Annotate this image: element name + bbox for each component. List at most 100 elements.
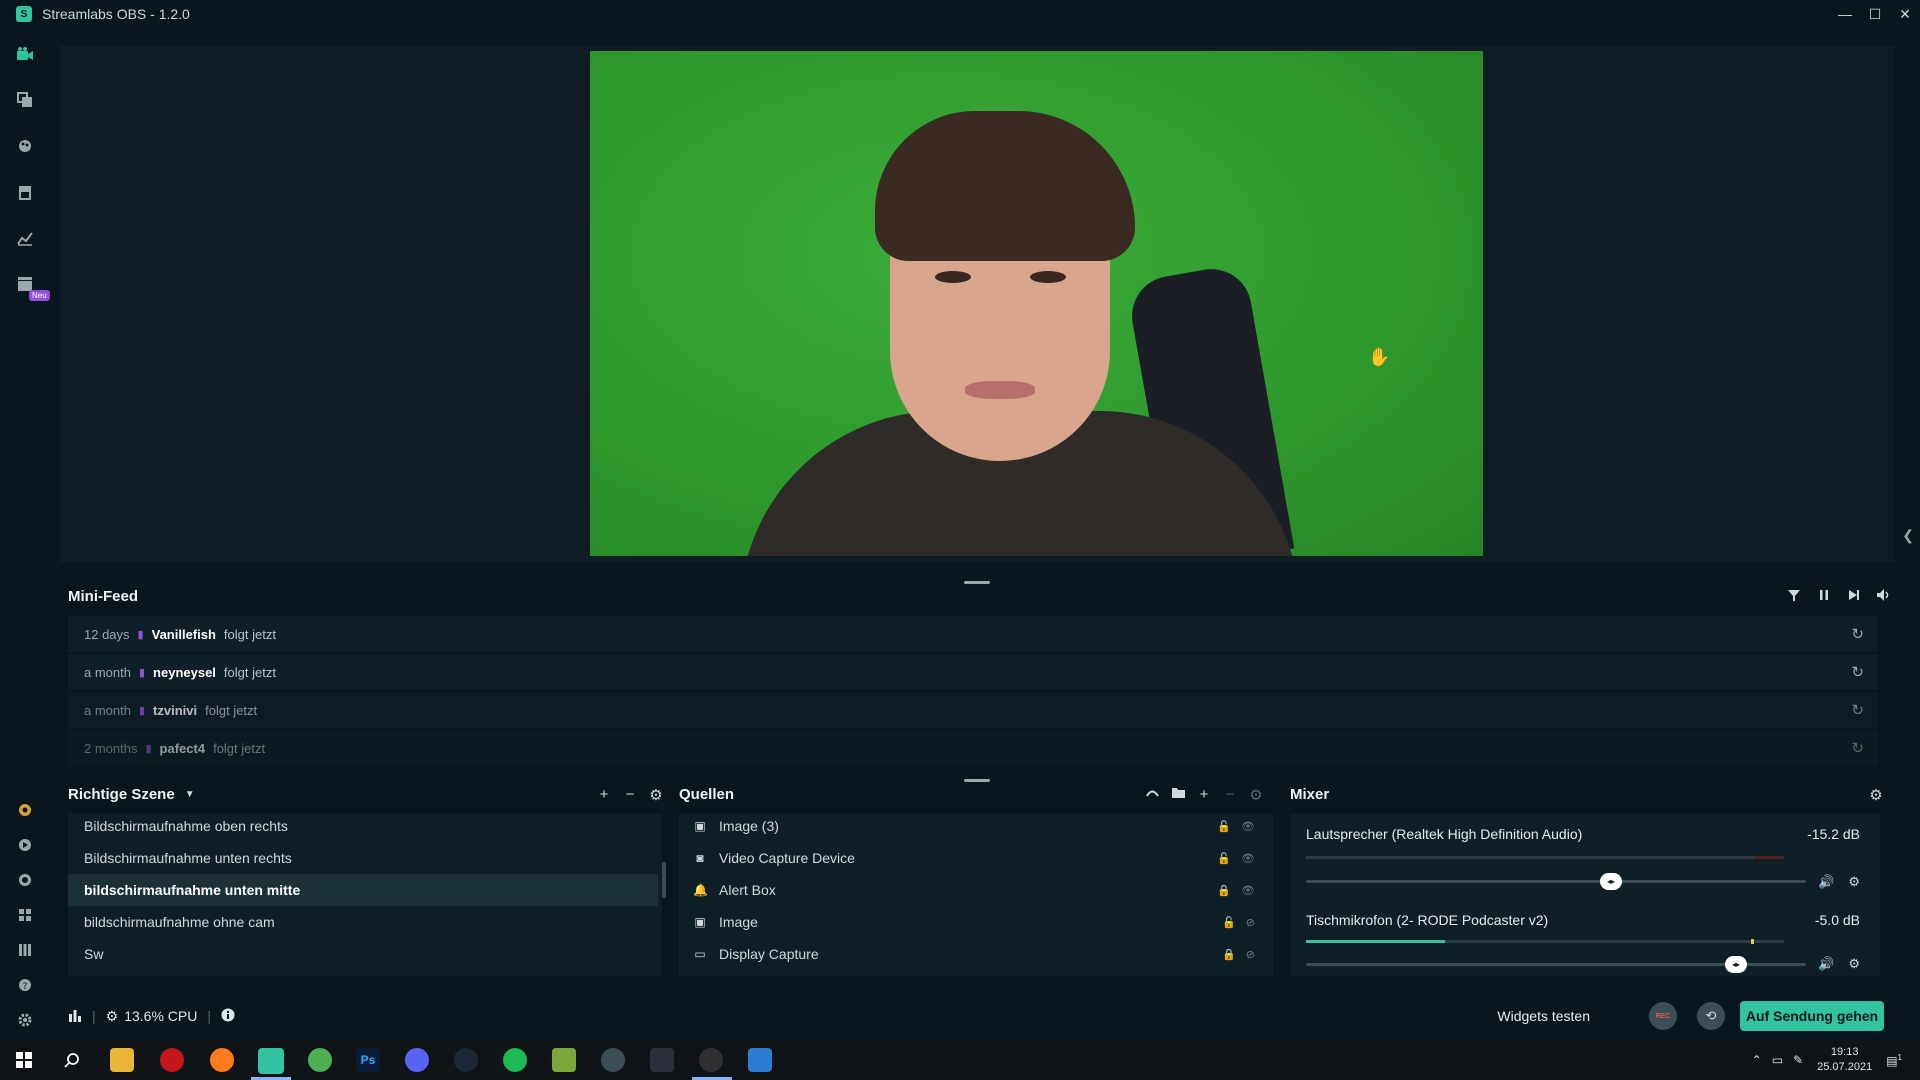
eye-hidden-icon[interactable]: ⊘ [1246, 948, 1255, 961]
eye-hidden-icon[interactable]: ⊘ [1246, 916, 1255, 929]
settings-icon[interactable] [15, 1010, 35, 1030]
performance-chart-icon[interactable] [68, 1008, 82, 1025]
svg-text:?: ? [23, 982, 28, 992]
source-item[interactable]: ◙ Video Capture Device 🔓 👁 [679, 842, 1269, 874]
skip-icon[interactable] [1846, 588, 1862, 605]
chrome-icon[interactable] [308, 1048, 332, 1072]
spotify-icon[interactable] [503, 1048, 527, 1072]
filter-icon[interactable] [1786, 588, 1802, 605]
source-item[interactable]: ▭ Display Capture 🔒 ⊘ [679, 938, 1269, 970]
obs-icon[interactable] [699, 1048, 723, 1072]
go-live-button[interactable]: Auf Sendung gehen [1740, 1001, 1884, 1031]
channel-settings-icon[interactable]: ⚙ [1848, 874, 1860, 890]
help-icon[interactable]: ? [15, 975, 35, 995]
alert-icon[interactable] [15, 800, 35, 820]
eye-icon[interactable]: 👁 [1241, 820, 1255, 833]
image-icon: ▣ [694, 819, 706, 833]
volume-icon[interactable] [1876, 588, 1892, 605]
resize-handle-top[interactable] [964, 581, 990, 584]
speaker-icon[interactable]: 🔊 [1818, 874, 1834, 890]
collapse-panel-icon[interactable]: ❮ [1902, 527, 1914, 544]
layers-app-icon[interactable] [552, 1048, 576, 1072]
volume-slider[interactable]: ◂▸ [1306, 873, 1806, 890]
audio-filters-icon[interactable] [1144, 786, 1160, 804]
maximize-button[interactable]: ☐ [1860, 0, 1890, 28]
pen-icon[interactable]: ✎ [1793, 1053, 1803, 1067]
pause-icon[interactable] [1816, 588, 1832, 605]
source-item[interactable]: ▣ Image 🔓 ⊘ [679, 906, 1269, 938]
eye-icon[interactable]: 👁 [1241, 852, 1255, 865]
word-icon[interactable] [748, 1048, 772, 1072]
network-icon[interactable]: ▭ [1772, 1053, 1783, 1067]
volume-slider-knob[interactable]: ◂▸ [1725, 956, 1747, 973]
grid-icon[interactable] [15, 905, 35, 925]
replay-alert-icon[interactable]: ↻ [1851, 701, 1864, 719]
rocket-app-icon[interactable] [601, 1048, 625, 1072]
volume-slider[interactable]: ◂▸ [1306, 956, 1806, 973]
window-controls: — ☐ ✕ [1830, 0, 1920, 28]
test-widgets-button[interactable]: Widgets testen [1497, 1008, 1590, 1024]
taskbar-clock[interactable]: 19:13 25.07.2021 [1817, 1045, 1872, 1075]
source-item[interactable]: ▣ Image (3) 🔓 👁 [679, 810, 1269, 842]
photoshop-icon[interactable]: Ps [356, 1048, 380, 1072]
lock-icon[interactable]: 🔒 [1217, 884, 1231, 897]
add-folder-icon[interactable] [1170, 786, 1186, 804]
scene-item-selected[interactable]: bildschirmaufnahme unten mitte [68, 874, 658, 906]
themes-icon[interactable] [15, 136, 35, 156]
scene-collection-title[interactable]: Richtige Szene ▼ [68, 786, 195, 803]
discord-icon[interactable] [405, 1048, 429, 1072]
store-icon[interactable] [15, 182, 35, 202]
opera-icon[interactable] [160, 1048, 184, 1072]
stats-icon[interactable] [15, 228, 35, 248]
mixer-settings-icon[interactable]: ⚙ [1868, 786, 1884, 804]
scenes-scrollbar[interactable] [662, 862, 666, 898]
notification-center-icon[interactable]: ▤1 [1886, 1053, 1902, 1068]
replay-alert-icon[interactable]: ↻ [1851, 739, 1864, 757]
remove-scene-icon[interactable]: − [622, 786, 638, 804]
lock-icon[interactable]: 🔓 [1217, 852, 1231, 865]
scene-item[interactable]: Bildschirmaufnahme unten rechts [68, 842, 658, 874]
source-settings-icon[interactable]: ⚙ [1248, 786, 1264, 804]
record-button[interactable]: REC [1649, 1002, 1677, 1030]
scene-item[interactable]: Sw [68, 938, 658, 970]
file-explorer-icon[interactable] [110, 1048, 134, 1072]
close-button[interactable]: ✕ [1890, 0, 1920, 28]
scene-item[interactable]: bildschirmaufnahme ohne cam [68, 906, 658, 938]
replay-buffer-icon[interactable]: ⟲ [1697, 1002, 1725, 1030]
search-icon[interactable] [60, 1048, 84, 1072]
source-item[interactable]: 🔔 Alert Box 🔒 👁 [679, 874, 1269, 906]
firefox-icon[interactable] [210, 1048, 234, 1072]
replay-alert-icon[interactable]: ↻ [1851, 625, 1864, 643]
scene-item[interactable]: Bildschirmaufnahme oben rechts [68, 810, 658, 842]
editor-icon[interactable] [15, 44, 35, 64]
info-icon[interactable] [221, 1008, 235, 1025]
clock-time: 19:13 [1830, 1046, 1859, 1058]
scene-settings-icon[interactable]: ⚙ [648, 786, 664, 804]
source-item-controls: 🔓 ⊘ [1222, 916, 1255, 929]
chevron-down-icon[interactable]: ▼ [185, 789, 195, 800]
lock-icon[interactable]: 🔓 [1222, 916, 1236, 929]
speaker-icon[interactable]: 🔊 [1818, 956, 1834, 972]
volume-slider-knob[interactable]: ◂▸ [1600, 873, 1622, 890]
chat-icon[interactable] [15, 870, 35, 890]
resize-handle-bottom[interactable] [964, 779, 990, 782]
channel-settings-icon[interactable]: ⚙ [1848, 956, 1860, 972]
replay-alert-icon[interactable]: ↻ [1851, 663, 1864, 681]
resolve-icon[interactable] [650, 1048, 674, 1072]
minimize-button[interactable]: — [1830, 0, 1860, 28]
steam-icon[interactable] [454, 1048, 478, 1072]
add-source-icon[interactable]: + [1196, 786, 1212, 804]
lock-icon[interactable]: 🔓 [1217, 820, 1231, 833]
columns-icon[interactable] [15, 940, 35, 960]
eye-icon[interactable]: 👁 [1241, 884, 1255, 897]
play-icon[interactable] [15, 835, 35, 855]
webcam-preview-image[interactable] [590, 51, 1483, 556]
stream-preview[interactable] [60, 46, 1894, 562]
remove-source-icon[interactable]: − [1222, 786, 1238, 804]
lock-icon[interactable]: 🔒 [1222, 948, 1236, 961]
layout-icon[interactable] [15, 90, 35, 110]
windows-start-icon[interactable] [12, 1048, 36, 1072]
streamlabs-icon[interactable] [258, 1048, 284, 1074]
tray-expand-icon[interactable]: ⌃ [1752, 1053, 1762, 1067]
add-scene-icon[interactable]: + [596, 786, 612, 804]
